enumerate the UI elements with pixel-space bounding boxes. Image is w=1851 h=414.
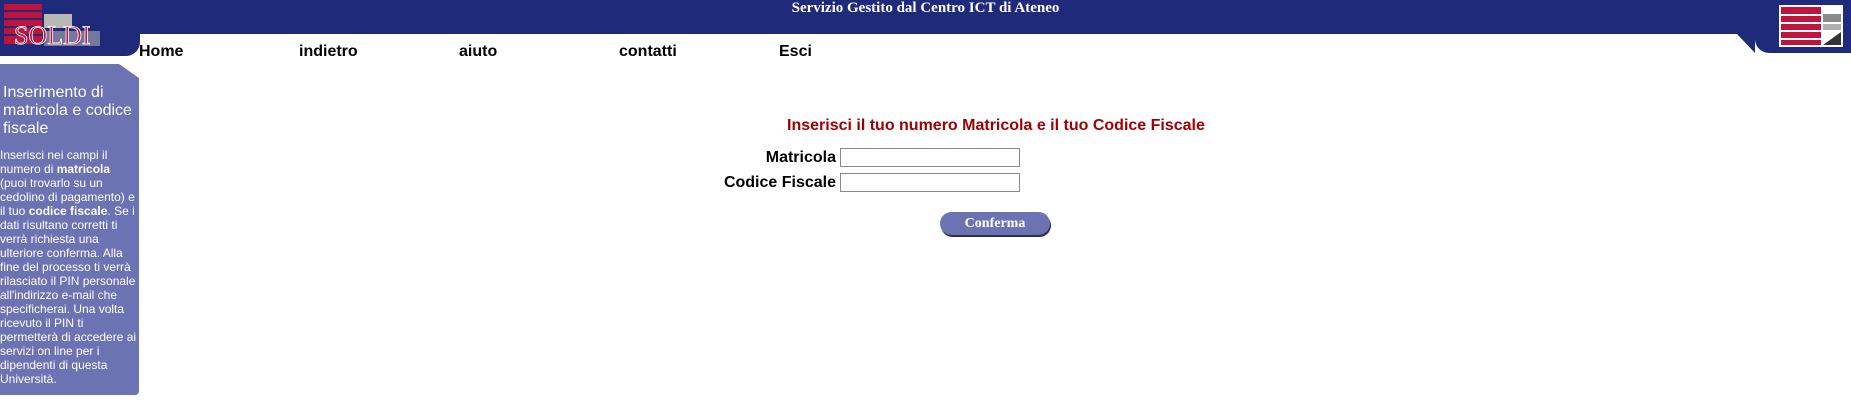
- help-text-codice-fiscale: codice fiscale: [28, 204, 108, 218]
- nav-contatti[interactable]: contatti: [619, 42, 677, 62]
- nav-home[interactable]: Home: [139, 42, 183, 62]
- logo-text: SOLDI: [14, 21, 91, 50]
- sidebar-title: Inserimento di matricola e codice fiscal…: [3, 84, 132, 137]
- matricola-input[interactable]: [840, 148, 1020, 167]
- form-heading: Inserisci il tuo numero Matricola e il t…: [787, 117, 1205, 134]
- sidebar-notch: [119, 64, 139, 78]
- codice-fiscale-input[interactable]: [840, 173, 1020, 192]
- matricola-label: Matricola: [765, 149, 836, 166]
- top-banner: SOLDI Servizio Gestito dal Centro ICT di…: [0, 0, 1851, 56]
- help-sidebar: Inserimento di matricola e codice fiscal…: [0, 64, 139, 395]
- right-logo-container: [1737, 0, 1851, 53]
- help-text-matricola: matricola: [56, 162, 111, 176]
- right-notch: [1737, 34, 1755, 53]
- ateneo-logo: [1779, 5, 1843, 47]
- codice-fiscale-label: Codice Fiscale: [723, 174, 836, 191]
- nav-esci[interactable]: Esci: [779, 42, 812, 62]
- nav-aiuto[interactable]: aiuto: [459, 42, 497, 62]
- sidebar-help-text: Inserisci nei campi il numero di matrico…: [0, 148, 138, 386]
- conferma-button[interactable]: Conferma: [940, 212, 1050, 235]
- nav-indietro[interactable]: indietro: [299, 42, 358, 62]
- help-text-part: . Se i dati risultano corretti ti verrà …: [0, 204, 137, 386]
- banner-title: Servizio Gestito dal Centro ICT di Atene…: [791, 0, 1060, 16]
